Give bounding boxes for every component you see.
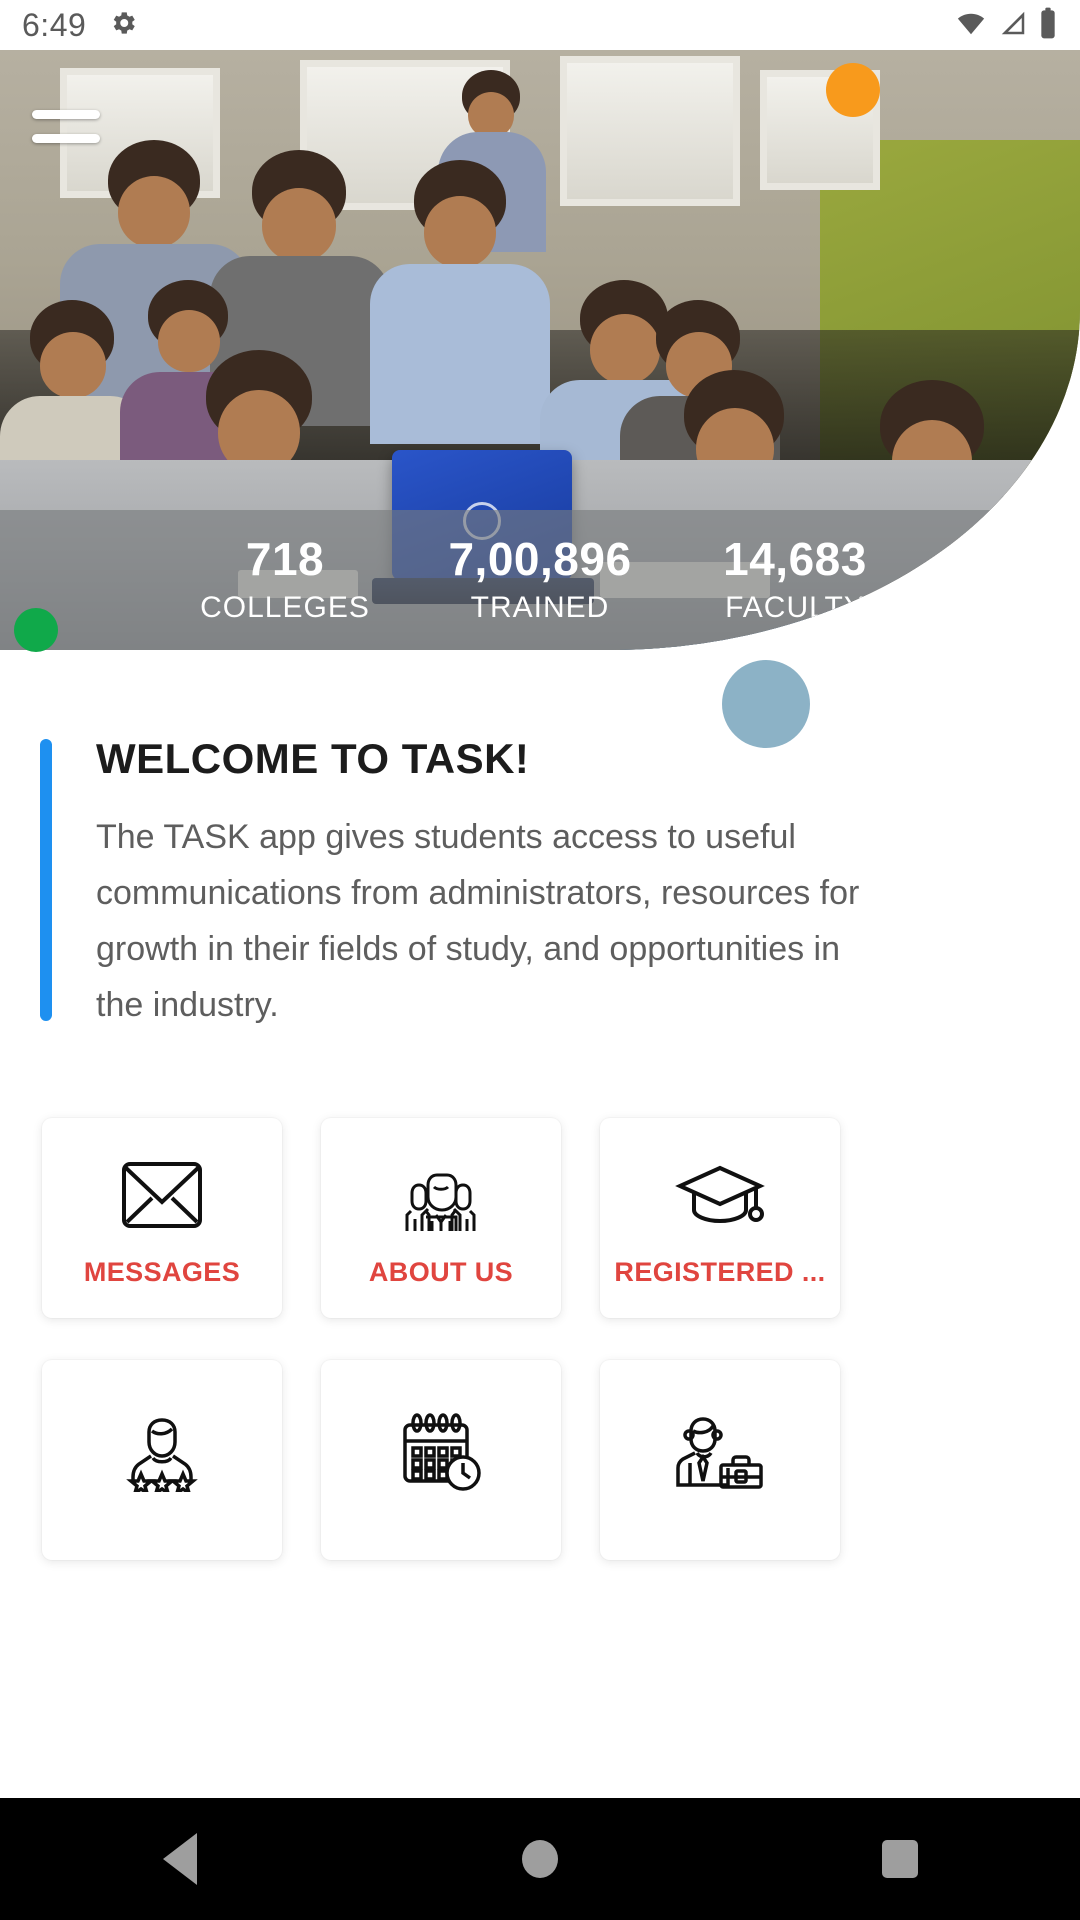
menu-card-messages[interactable]: MESSAGES xyxy=(42,1118,282,1318)
stat-trained-label: TRAINED xyxy=(470,591,610,625)
home-circle-icon xyxy=(522,1840,558,1878)
person-with-stars-icon xyxy=(119,1406,205,1498)
menu-card-calendar[interactable] xyxy=(321,1360,561,1560)
stat-colleges: 718 COLLEGES xyxy=(158,535,413,625)
status-bar-indicators xyxy=(954,7,1058,44)
stat-colleges-value: 718 xyxy=(245,532,325,585)
android-navigation-bar xyxy=(0,1798,1080,1920)
status-bar-clock: 6:49 xyxy=(22,6,87,43)
menu-card-person-rating[interactable] xyxy=(42,1360,282,1560)
hero-banner: 718 COLLEGES 7,00,896 TRAINED 14,683 FAC… xyxy=(0,50,1080,650)
orange-dot-decoration xyxy=(826,63,880,117)
gear-icon xyxy=(108,8,138,43)
nav-home-button[interactable] xyxy=(465,1798,615,1920)
menu-card-about-us[interactable]: ABOUT US xyxy=(321,1118,561,1318)
nav-recents-button[interactable] xyxy=(825,1798,975,1920)
hero-image-mask: 718 COLLEGES 7,00,896 TRAINED 14,683 FAC… xyxy=(0,50,1080,650)
hero-stats: 718 COLLEGES 7,00,896 TRAINED 14,683 FAC… xyxy=(0,510,1080,650)
welcome-section: WELCOME TO TASK! The TASK app gives stud… xyxy=(40,735,860,1033)
blue-dot-decoration xyxy=(722,660,810,748)
stat-colleges-label: COLLEGES xyxy=(200,591,370,625)
status-bar: 6:49 xyxy=(0,0,1080,50)
wifi-icon xyxy=(954,8,988,43)
calendar-clock-icon xyxy=(397,1406,485,1498)
app-screen: 6:49 718 COLLEGES 7,00,896 TRAINED 14,68… xyxy=(0,0,1080,1920)
menu-card-messages-label: MESSAGES xyxy=(83,1256,241,1287)
businessman-briefcase-icon xyxy=(675,1406,765,1498)
menu-card-registered-label: REGISTERED ... xyxy=(614,1256,826,1287)
battery-icon xyxy=(1038,7,1058,44)
menu-card-grid: MESSAGES ABOUT US REGISTERED ... xyxy=(42,1118,1042,1560)
welcome-description: The TASK app gives students access to us… xyxy=(96,818,860,1025)
hamburger-menu-icon[interactable] xyxy=(32,110,100,156)
menu-card-jobs[interactable] xyxy=(600,1360,840,1560)
menu-card-registered[interactable]: REGISTERED ... xyxy=(600,1118,840,1318)
graduation-cap-icon xyxy=(674,1149,766,1241)
menu-card-about-us-label: ABOUT US xyxy=(368,1256,514,1287)
stat-trained-value: 7,00,896 xyxy=(448,532,632,585)
stat-faculty-label: FACULTY xyxy=(725,591,865,625)
back-triangle-icon xyxy=(163,1833,197,1885)
recents-square-icon xyxy=(882,1840,918,1878)
people-group-icon xyxy=(398,1149,484,1241)
welcome-accent-bar xyxy=(40,739,52,1021)
nav-back-button[interactable] xyxy=(105,1798,255,1920)
cellular-signal-icon xyxy=(997,8,1029,43)
stat-trained: 7,00,896 TRAINED xyxy=(413,535,668,625)
green-dot-decoration xyxy=(14,608,58,652)
envelope-icon xyxy=(120,1149,204,1241)
stat-faculty: 14,683 FACULTY xyxy=(668,535,923,625)
stat-faculty-value: 14,683 xyxy=(723,532,867,585)
